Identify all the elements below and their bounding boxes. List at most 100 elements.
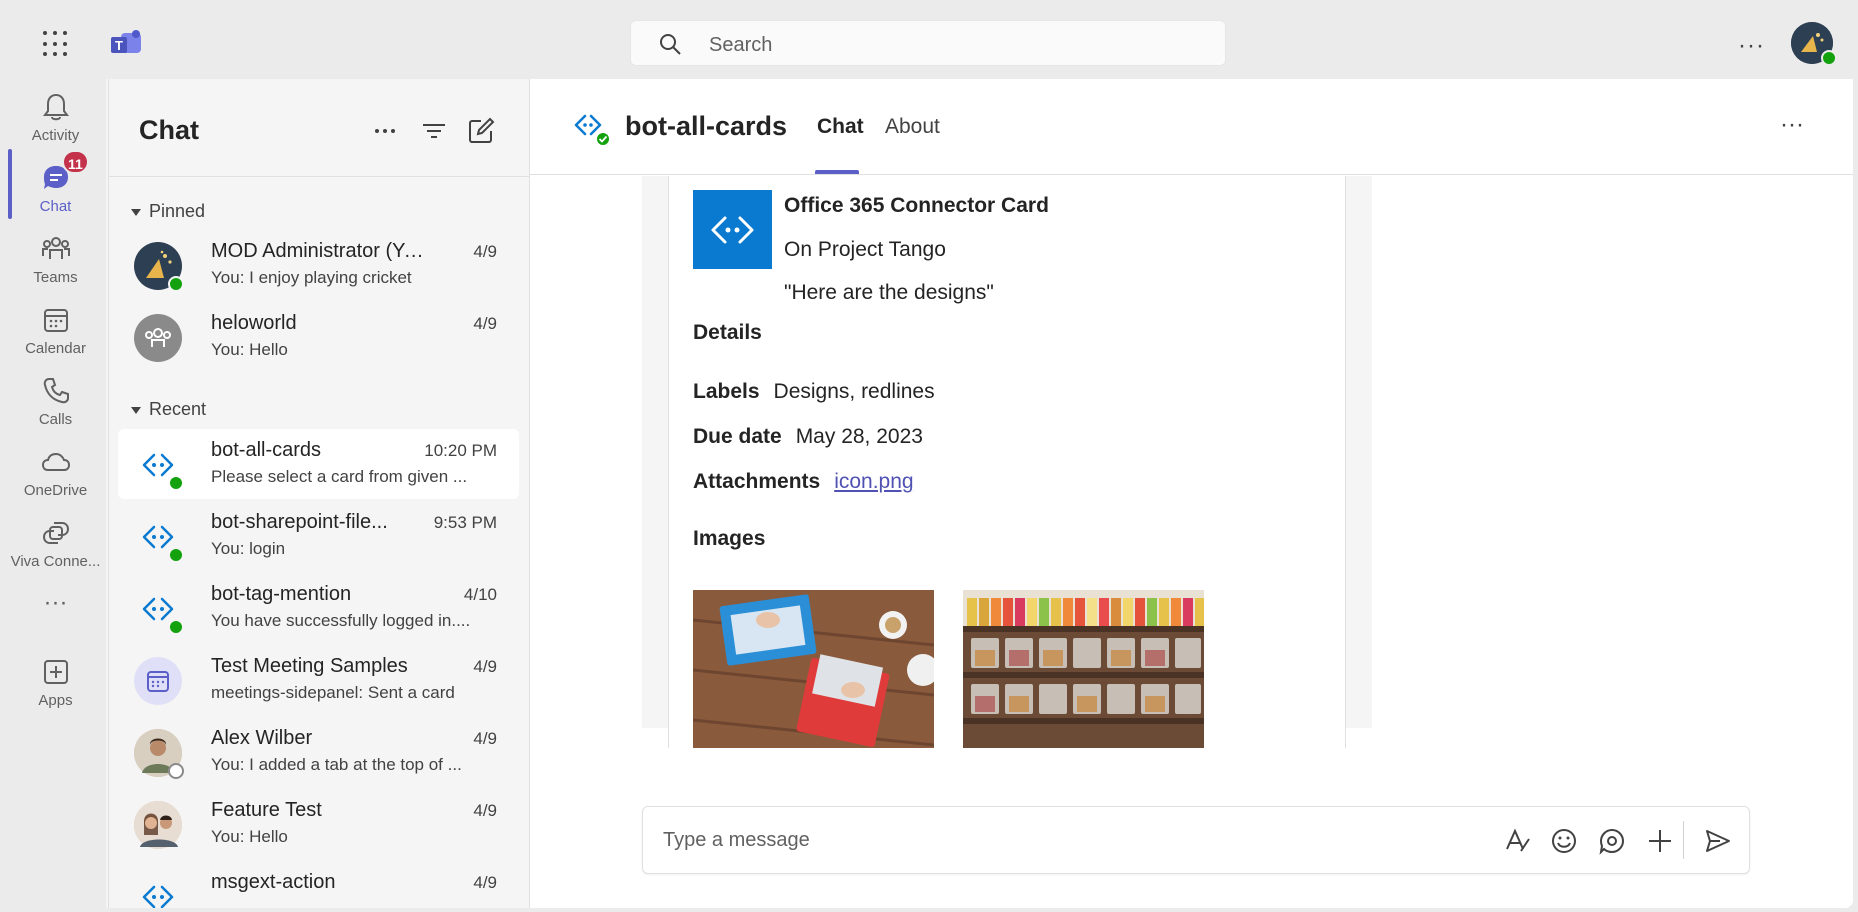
new-chat-icon[interactable] [467, 117, 495, 145]
chat-name: bot-tag-mention [211, 583, 352, 605]
chat-time: 10:20 PM [424, 441, 497, 460]
avatar [134, 441, 184, 491]
profile-avatar[interactable] [1791, 22, 1837, 66]
chat-list-item[interactable]: Alex Wilber You: I added a tab at the to… [118, 717, 519, 787]
teams-logo-icon: T [111, 30, 141, 53]
bell-icon [42, 93, 69, 121]
rail-item-calls[interactable]: Calls [5, 375, 106, 428]
chat-list-item[interactable]: Feature Test You: Hello 4/9 [118, 789, 519, 859]
avatar [134, 242, 184, 292]
avatar [134, 801, 182, 849]
avatar [570, 107, 611, 147]
chat-list-item[interactable]: bot-all-cards Please select a card from … [118, 429, 519, 499]
bot-icon [142, 885, 174, 908]
rail-item-apps[interactable]: Apps [5, 656, 106, 709]
settings-more-button[interactable]: ··· [1738, 32, 1765, 60]
format-icon[interactable] [1503, 827, 1531, 855]
chat-preview: You: Hello [211, 827, 288, 846]
app-launcher-icon[interactable] [43, 31, 69, 57]
title-bar: T Search ··· [5, 6, 1853, 79]
avatar [134, 657, 182, 705]
group-photo-icon [134, 801, 182, 849]
rail-label: Teams [33, 269, 78, 286]
chat-list-item[interactable]: bot-sharepoint-file... You: login 9:53 P… [118, 501, 519, 571]
card-image-shelves[interactable] [963, 590, 1204, 748]
phone-icon [43, 378, 69, 404]
images-heading: Images [693, 527, 766, 550]
attachment-link[interactable]: icon.png [834, 470, 913, 493]
chat-list-item[interactable]: msgext-action 4/9 [118, 861, 519, 908]
chat-preview: You have successfully logged in.... [211, 611, 471, 630]
rail-item-calendar[interactable]: Calendar [5, 304, 106, 357]
group-icon [145, 328, 171, 347]
chat-time: 4/10 [463, 585, 497, 604]
chat-list-item[interactable]: heloworld You: Hello 4/9 [118, 302, 519, 372]
filter-icon[interactable] [420, 117, 448, 145]
presence-available-icon [168, 276, 184, 292]
message-list[interactable]: Office 365 Connector Card On Project Tan… [530, 176, 1853, 748]
chat-list-item[interactable]: MOD Administrator (Yo... You: I enjoy pl… [118, 230, 519, 300]
recent-section-header[interactable]: Recent [131, 399, 206, 420]
card-image-laptops[interactable] [693, 590, 934, 748]
send-icon[interactable] [1704, 827, 1732, 855]
chat-time: 4/9 [473, 242, 497, 261]
loop-component-icon[interactable] [1598, 827, 1626, 855]
conversation-pane: bot-all-cards Chat About ··· Office 365 … [529, 79, 1853, 908]
rail-item-activity[interactable]: Activity [5, 91, 106, 144]
rail-label: Viva Conne... [10, 553, 101, 570]
rail-label: Activity [31, 127, 80, 144]
conversation-more-button[interactable]: ··· [1780, 111, 1804, 139]
cloud-icon [41, 452, 70, 471]
shelves-photo-icon [963, 590, 1204, 748]
meeting-calendar-icon [147, 671, 169, 692]
teams-icon [41, 237, 70, 259]
chat-list-item[interactable]: Test Meeting Samples meetings-sidepanel:… [118, 645, 519, 715]
presence-available-icon [1821, 50, 1837, 66]
chat-name: bot-all-cards [211, 439, 322, 461]
tab-chat[interactable]: Chat [817, 115, 864, 139]
fact-label: Labels [693, 380, 760, 403]
message-input-placeholder[interactable]: Type a message [663, 829, 810, 852]
presence-available-icon [168, 475, 184, 491]
message-composer[interactable]: Type a message [642, 806, 1750, 874]
active-tab-indicator [815, 170, 859, 174]
search-icon [660, 34, 681, 55]
more-icon: ··· [43, 589, 68, 616]
teams-window: T Search ··· Activity Chat 11 Teams Cale… [5, 6, 1853, 908]
chat-list-item[interactable]: bot-tag-mention You have successfully lo… [118, 573, 519, 643]
avatar [134, 873, 184, 908]
emoji-icon[interactable] [1550, 827, 1578, 855]
rail-label: Apps [38, 692, 73, 709]
connector-card: Office 365 Connector Card On Project Tan… [668, 176, 1346, 748]
rail-item-more-apps[interactable]: ··· [5, 589, 106, 617]
chat-preview: You: Hello [211, 340, 288, 359]
search-box[interactable]: Search [630, 20, 1226, 66]
card-text: "Here are the designs" [784, 281, 994, 304]
rail-label: OneDrive [23, 482, 88, 499]
app-bar: Activity Chat 11 Teams Calendar Calls On… [5, 79, 106, 908]
search-placeholder: Search [709, 34, 773, 56]
rail-item-viva-connections[interactable]: Viva Conne... [5, 517, 106, 570]
rail-item-onedrive[interactable]: OneDrive [5, 446, 106, 499]
rail-item-chat[interactable]: Chat 11 [5, 150, 106, 215]
avatar [134, 513, 184, 563]
conversation-header: bot-all-cards Chat About ··· [530, 79, 1853, 175]
chat-list-panel: Chat Pinned MOD Administrator (Yo... You… [108, 79, 529, 908]
composer-divider [1683, 821, 1684, 859]
chat-time: 4/9 [473, 729, 497, 748]
divider [109, 176, 529, 177]
rail-label: Calls [38, 411, 73, 428]
pinned-section-header[interactable]: Pinned [131, 201, 205, 222]
conversation-title: bot-all-cards [625, 111, 788, 141]
fact-value: Designs, redlines [773, 380, 935, 403]
fact-row: Due date May 28, 2023 [693, 425, 923, 449]
chat-preview: You: login [211, 539, 286, 558]
add-icon[interactable] [1646, 827, 1674, 855]
add-apps-icon [43, 660, 68, 684]
tab-about[interactable]: About [885, 115, 940, 139]
rail-item-teams[interactable]: Teams [5, 233, 106, 286]
rail-label: Calendar [25, 340, 86, 357]
more-options-icon[interactable] [371, 117, 399, 145]
chat-list-title: Chat [139, 115, 199, 145]
viva-connections-icon [42, 522, 69, 544]
